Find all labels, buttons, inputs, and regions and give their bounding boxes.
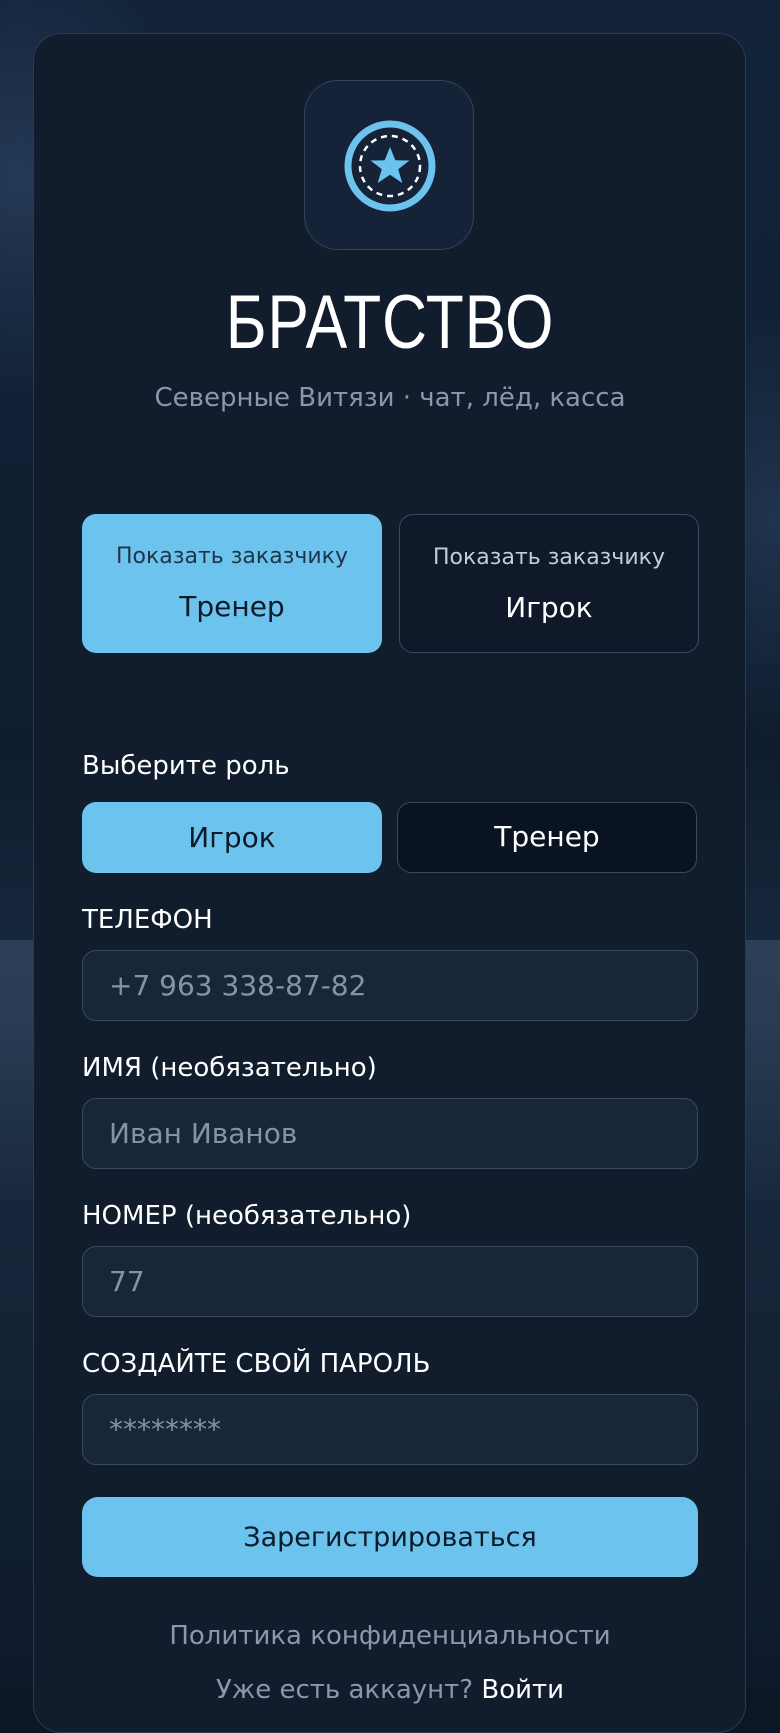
login-prompt-text: Уже есть аккаунт? bbox=[215, 1675, 474, 1705]
demo-coach-label: Тренер bbox=[179, 590, 285, 623]
role-coach-button[interactable]: Тренер bbox=[397, 802, 697, 873]
app-title: БРАТСТВО bbox=[225, 280, 555, 365]
jersey-number-input[interactable] bbox=[82, 1246, 698, 1317]
name-label: ИМЯ (необязательно) bbox=[82, 1053, 377, 1083]
login-prompt: Уже есть аккаунт? Войти bbox=[0, 1672, 780, 1708]
demo-player-caption: Показать заказчику bbox=[433, 545, 665, 570]
register-button[interactable]: Зарегистрироваться bbox=[82, 1497, 698, 1577]
phone-label: ТЕЛЕФОН bbox=[82, 905, 213, 935]
star-badge-icon bbox=[344, 120, 436, 212]
role-label: Выберите роль bbox=[82, 751, 290, 781]
demo-coach-caption: Показать заказчику bbox=[116, 544, 348, 569]
app-logo bbox=[304, 80, 474, 250]
demo-coach-button[interactable]: Показать заказчику Тренер bbox=[82, 514, 382, 653]
password-label: СОЗДАЙТЕ СВОЙ ПАРОЛЬ bbox=[82, 1349, 431, 1379]
demo-player-label: Игрок bbox=[505, 591, 593, 624]
app-subtitle: Северные Витязи · чат, лёд, касса bbox=[154, 383, 626, 413]
privacy-policy-link[interactable]: Политика конфиденциальности bbox=[0, 1618, 780, 1654]
password-input[interactable] bbox=[82, 1394, 698, 1465]
role-player-button[interactable]: Игрок bbox=[82, 802, 382, 873]
login-link[interactable]: Войти bbox=[481, 1675, 564, 1705]
phone-input[interactable] bbox=[82, 950, 698, 1021]
name-input[interactable] bbox=[82, 1098, 698, 1169]
number-label: НОМЕР (необязательно) bbox=[82, 1201, 412, 1231]
demo-player-button[interactable]: Показать заказчику Игрок bbox=[399, 514, 699, 653]
